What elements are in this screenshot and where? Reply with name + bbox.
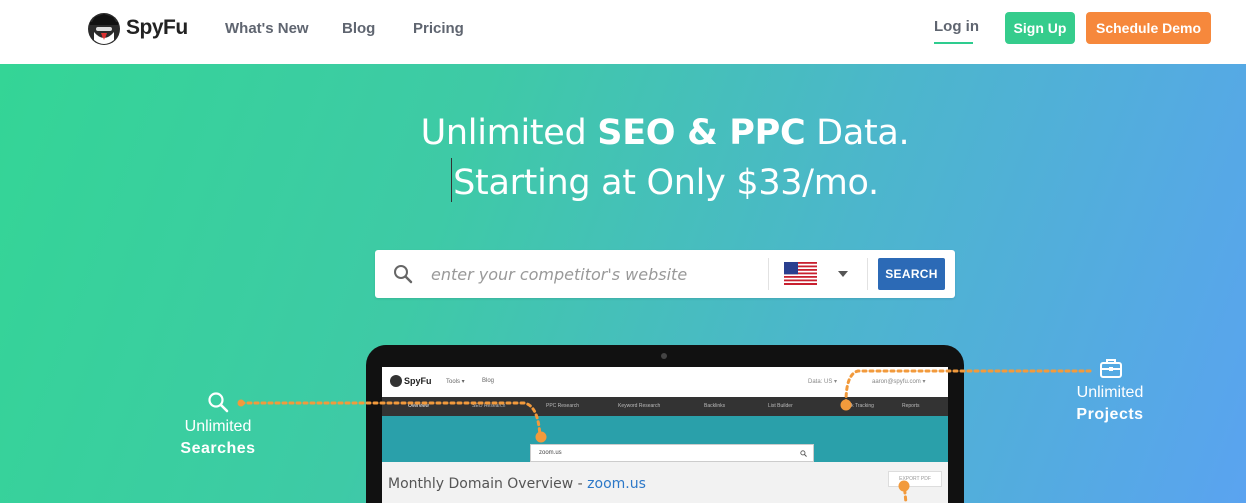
app-search-icon: [800, 450, 807, 457]
competitor-search-box: SEARCH: [375, 250, 955, 298]
logo[interactable]: SpyFu: [86, 10, 188, 46]
country-dropdown-chevron-icon[interactable]: [838, 271, 848, 277]
app-logo: SpyFu: [390, 375, 432, 387]
laptop-camera: [661, 353, 667, 359]
search-button[interactable]: SEARCH: [878, 258, 945, 290]
text-caret: [451, 158, 453, 202]
nav-pricing[interactable]: Pricing: [413, 20, 464, 37]
search-divider: [768, 258, 769, 290]
app-tab: Overview: [408, 403, 429, 409]
spy-logo-icon: [88, 13, 120, 45]
app-tab: SEO Research: [472, 403, 506, 409]
app-nav-data: Data: US ▾: [808, 379, 838, 385]
app-overview-title: Monthly Domain Overview - zoom.us: [388, 476, 646, 492]
app-tabs: Overview SEO Research PPC Research Keywo…: [382, 397, 948, 416]
nav-blog[interactable]: Blog: [342, 20, 375, 37]
briefcase-icon: [1100, 359, 1122, 378]
nav-whats-new[interactable]: What's New: [225, 20, 309, 37]
search-divider-2: [867, 258, 868, 290]
sign-up-button[interactable]: Sign Up: [1005, 12, 1075, 44]
app-tab: Rank Tracking: [842, 403, 874, 409]
top-nav: SpyFu What's New Blog Pricing Log in Sig…: [0, 0, 1246, 64]
login-underline: [934, 42, 973, 44]
app-screenshot: SpyFu Tools ▾ Blog Data: US ▾ aaron@spyf…: [382, 367, 948, 503]
app-nav-tools: Tools ▾: [446, 379, 465, 385]
app-logo-icon: [390, 375, 402, 387]
hero-section: Unlimited SEO & PPC Data. Starting at On…: [0, 64, 1246, 503]
app-search-field: zoom.us: [530, 444, 814, 462]
magnifier-icon: [208, 392, 229, 413]
app-tab: List Builder: [768, 403, 793, 409]
app-tab: Reports: [902, 403, 920, 409]
hero-headline: Unlimited SEO & PPC Data. Starting at On…: [0, 108, 1246, 208]
search-icon: [394, 265, 413, 284]
login-link[interactable]: Log in: [934, 18, 979, 35]
callout-searches: Unlimited Searches: [180, 418, 256, 457]
app-tab: Backlinks: [704, 403, 726, 409]
callout-projects: Unlimited Projects: [1076, 384, 1144, 423]
headline-line-1: Unlimited SEO & PPC Data.: [420, 113, 910, 153]
app-tab: PPC Research: [546, 403, 580, 409]
schedule-demo-button[interactable]: Schedule Demo: [1086, 12, 1211, 44]
laptop-mockup: SpyFu Tools ▾ Blog Data: US ▾ aaron@spyf…: [366, 345, 964, 503]
app-tab: Keyword Research: [618, 403, 661, 409]
app-export-pdf: EXPORT PDF: [888, 471, 942, 487]
app-nav-account: aaron@spyfu.com ▾: [872, 379, 926, 385]
brand-name: SpyFu: [126, 16, 188, 39]
headline-line-2: Starting at Only $33/mo.: [0, 158, 1246, 208]
us-flag-icon[interactable]: [784, 262, 817, 285]
app-nav-blog: Blog: [482, 378, 495, 384]
app-nav: SpyFu Tools ▾ Blog Data: US ▾ aaron@spyf…: [382, 367, 948, 397]
competitor-search-input[interactable]: [431, 263, 761, 285]
